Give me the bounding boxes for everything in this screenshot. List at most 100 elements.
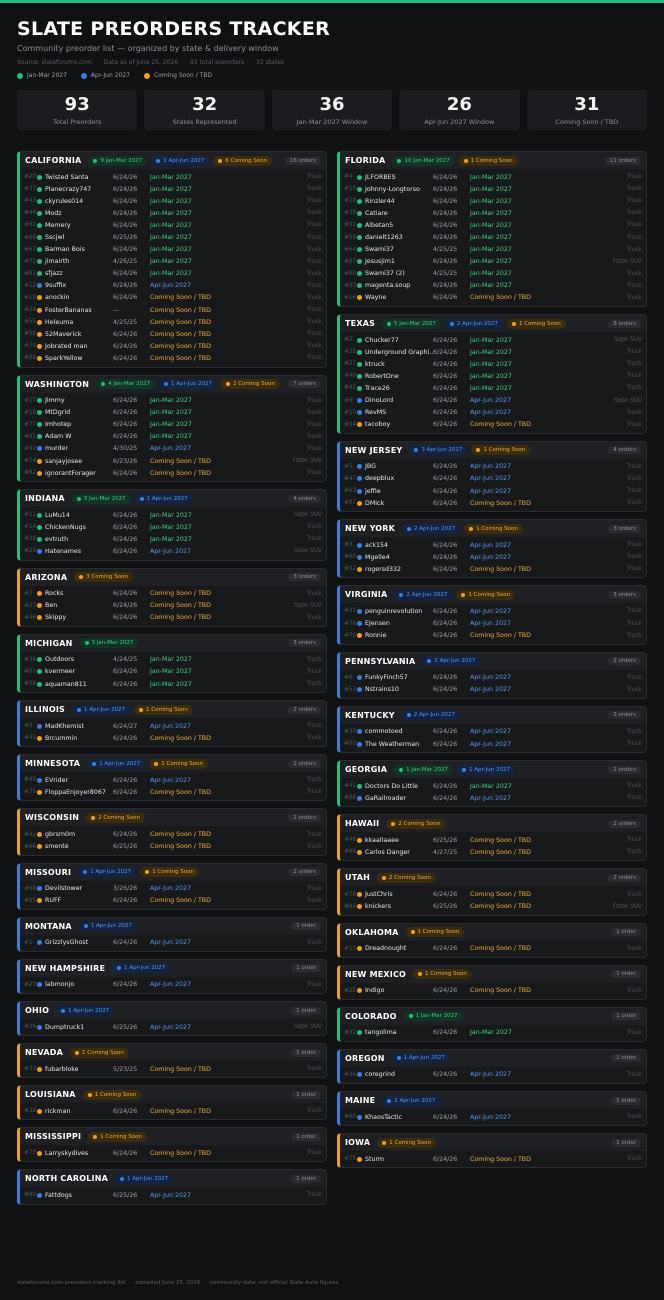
- order-row[interactable]: #51 Albetan5 6/24/26 Jan-Mar 2027 Truck: [340, 219, 646, 231]
- order-row[interactable]: #55 Heleuma 4/25/25 Coming Soon / TBD Truck: [20, 316, 326, 328]
- order-row[interactable]: #3 ack154 6/24/26 Apr-Jun 2027 Truck: [340, 539, 646, 551]
- order-row[interactable]: #76 EJensen 6/24/26 Apr-Jun 2027 Truck: [340, 618, 646, 630]
- order-row[interactable]: #44 Modz 6/24/26 Jan-Mar 2027 Truck: [20, 207, 326, 219]
- order-row[interactable]: #42 gbrsm0m 6/24/26 Coming Soon / TBD Truck: [20, 828, 326, 840]
- order-row[interactable]: #52 rogersd332 6/24/26 Coming Soon / TBD Tru…: [340, 563, 646, 575]
- order-row[interactable]: #31 penguinrevolution 6/24/26 Apr-Jun 2027 T…: [340, 605, 646, 617]
- order-row[interactable]: #7 Rocks 6/24/26 Coming Soon / TBD Truck: [20, 588, 326, 600]
- user-name: JBG: [365, 463, 376, 471]
- order-row[interactable]: #30 commotoed 6/24/26 Apr-Jun 2027 Truck: [340, 726, 646, 738]
- order-row[interactable]: #87 Jesusjim1 6/24/26 Jan-Mar 2027 Fstbk SUV: [340, 256, 646, 268]
- order-row[interactable]: #6 FunkyFinch57 6/24/26 Apr-Jun 2027 Truck: [340, 672, 646, 684]
- window-chip: 3 Jan-Mar 2027: [71, 493, 131, 504]
- user-name: Dreadnought: [365, 945, 407, 953]
- order-row[interactable]: #11 LuMu14 6/24/26 Jan-Mar 2027 Sqbk SUV: [20, 509, 326, 521]
- order-row[interactable]: #9 MadKhemist 6/24/27 Apr-Jun 2027 Truck: [20, 720, 326, 732]
- order-row[interactable]: #81 sfjazz 6/24/26 Jan-Mar 2027 Truck: [20, 268, 326, 280]
- order-row[interactable]: #66 Sscjwl 6/25/26 Jan-Mar 2027 Truck: [20, 231, 326, 243]
- order-row[interactable]: #65 KhaosTactic 6/24/26 Apr-Jun 2027 Truck: [340, 1111, 646, 1123]
- order-row[interactable]: #32 tangolima 6/24/26 Jan-Mar 2027 Truck: [340, 1027, 646, 1039]
- order-row[interactable]: #92 murder 4/30/25 Apr-Jun 2027 Truck: [20, 443, 326, 455]
- order-row[interactable]: #86 GaRailroader 6/24/26 Apr-Jun 2027 Truck: [340, 792, 646, 804]
- order-row[interactable]: #20 Twisted Santa 6/24/26 Jan-Mar 2027 Truck: [20, 171, 326, 183]
- order-row[interactable]: #38 Catiare 6/24/26 Jan-Mar 2027 Truck: [340, 207, 646, 219]
- order-row[interactable]: #37 Planecrazy747 6/24/26 Jan-Mar 2027 Truck: [20, 183, 326, 195]
- order-row[interactable]: #48 kkaallaaee 6/25/26 Coming Soon / TBD Tru…: [340, 834, 646, 846]
- order-row[interactable]: #93 magenta.soup 6/24/26 Jan-Mar 2027 Truck: [340, 280, 646, 292]
- order-row[interactable]: #10 RevMS 6/24/26 Apr-Jun 2027 Truck: [340, 407, 646, 419]
- order-row[interactable]: #40 RobertOne 6/24/26 Jan-Mar 2027 Truck: [340, 370, 646, 382]
- order-row[interactable]: #59 danielt1263 6/24/26 Jan-Mar 2027 Truck: [340, 231, 646, 243]
- state-card: INDIANA 3 Jan-Mar 2027 1 Apr-Jun 2027 4 ord…: [17, 489, 327, 561]
- order-user: RUFF: [37, 897, 113, 904]
- order-row[interactable]: #82 ignorantForager 6/24/26 Coming Soon / T…: [20, 467, 326, 479]
- order-row[interactable]: #33 fubarbloke 5/23/25 Coming Soon / TBD Tru…: [20, 1063, 326, 1075]
- order-row[interactable]: #35 FloppaEnjoyer8067 6/24/26 Coming Soon /…: [20, 786, 326, 798]
- window-chip-label: 1 Apr-Jun 2027: [90, 869, 132, 876]
- order-row[interactable]: #23 labmonjo 6/24/26 Apr-Jun 2027 Truck: [20, 979, 326, 991]
- order-row[interactable]: #25 Indigo 6/24/26 Coming Soon / TBD Truck: [340, 985, 646, 997]
- order-row[interactable]: #22 Underground Graphi... 6/24/26 Jan-Mar 2…: [340, 346, 646, 358]
- order-row[interactable]: #41 Doctors Do Little 6/24/26 Jan-Mar 2027 T…: [340, 780, 646, 792]
- order-row[interactable]: #89 SparkYellow 6/24/26 Coming Soon / TBD Tr…: [20, 352, 326, 364]
- order-row[interactable]: #17 Jimmy 6/24/26 Jan-Mar 2027 Truck: [20, 395, 326, 407]
- order-row[interactable]: #5 JBG 6/24/26 Apr-Jun 2027 Truck: [340, 461, 646, 473]
- order-row[interactable]: #12 9suffix 6/24/26 Apr-Jun 2027 Truck: [20, 280, 326, 292]
- order-row[interactable]: #87 DMick 6/24/26 Coming Soon / TBD Truck: [340, 497, 646, 509]
- order-row[interactable]: #4 JLFORBES 6/24/26 Jan-Mar 2027 Truck: [340, 171, 646, 183]
- order-row[interactable]: #13 Dreadnought 6/24/26 Coming Soon / TBD Tr…: [340, 943, 646, 955]
- order-row[interactable]: #46 Skippy 6/24/26 Coming Soon / TBD Truck: [20, 612, 326, 624]
- order-row[interactable]: #27 ktruck 6/24/26 Jan-Mar 2027 Truck: [340, 358, 646, 370]
- order-row[interactable]: #91 Adam W 6/24/26 Jan-Mar 2027 Truck: [20, 431, 326, 443]
- order-row[interactable]: #45 Brcummin 6/24/26 Coming Soon / TBD Truck: [20, 732, 326, 744]
- order-row[interactable]: #29 Hatenames 6/24/26 Apr-Jun 2027 Sqbk SUV: [20, 545, 326, 557]
- order-row[interactable]: #43 ckyrules014 6/24/26 Jan-Mar 2027 Truck: [20, 195, 326, 207]
- order-row[interactable]: #78 JustChris 6/24/26 Coming Soon / TBD Truc…: [340, 888, 646, 900]
- order-row[interactable]: #58 aquaman811 6/24/26 Jan-Mar 2027 Truck: [20, 678, 326, 690]
- order-row[interactable]: #88 knickers 6/25/26 Coming Soon / TBD Fstbk…: [340, 901, 646, 913]
- order-row[interactable]: #66 smente 6/25/26 Coming Soon / TBD Truck: [20, 841, 326, 853]
- order-row[interactable]: #67 Barman Bois 6/24/26 Jan-Mar 2027 Truck: [20, 244, 326, 256]
- order-row[interactable]: #15 Johnny-Longtorso 6/24/26 Jan-Mar 2027 Tr…: [340, 183, 646, 195]
- order-row[interactable]: #77 Imhotep 6/24/26 Jan-Mar 2027 Truck: [20, 419, 326, 431]
- status-dot-icon: [357, 385, 362, 391]
- order-row[interactable]: #74 sanjayjosee 6/23/26 Coming Soon / TBD Fs…: [20, 455, 326, 467]
- order-row[interactable]: #14 ChickenNugs 6/24/26 Jan-Mar 2027 Truck: [20, 521, 326, 533]
- order-row[interactable]: #85 RUFF 6/24/26 Coming Soon / TBD Truck: [20, 895, 326, 907]
- order-row[interactable]: #60 Mgelle4 6/24/26 Apr-Jun 2027 Truck: [340, 551, 646, 563]
- order-row[interactable]: #50 The Weatherman 6/24/26 Apr-Jun 2027 Truc…: [340, 738, 646, 750]
- order-row[interactable]: #47 deepblux 6/24/26 Apr-Jun 2027 Truck: [340, 473, 646, 485]
- order-row[interactable]: #53 Nstrains10 6/24/26 Apr-Jun 2027 Truck: [340, 684, 646, 696]
- order-row[interactable]: #18 MtDgrid 6/24/26 Jan-Mar 2027 Truck: [20, 407, 326, 419]
- order-row[interactable]: #6 DinoLord 6/24/26 Apr-Jun 2027 Sqbk SUV: [340, 395, 646, 407]
- order-row[interactable]: #39 rickman 6/24/26 Coming Soon / TBD Truck: [20, 1105, 326, 1117]
- order-row[interactable]: #1 GrizzlysGhost 6/24/26 Apr-Jun 2027 Truck: [20, 937, 326, 949]
- order-row[interactable]: #80 Fattdogs 6/25/26 Apr-Jun 2027 Truck: [20, 1189, 326, 1201]
- order-row[interactable]: #64 Swami37 4/25/25 Jan-Mar 2027 Truck: [340, 244, 646, 256]
- order-row[interactable]: #49 EVrider 6/24/26 Apr-Jun 2027 Truck: [20, 774, 326, 786]
- order-row[interactable]: #79 Jobrated man 6/24/26 Coming Soon / TBD T…: [20, 340, 326, 352]
- order-row[interactable]: #63 jeffie 6/24/26 Apr-Jun 2027 Truck: [340, 485, 646, 497]
- order-row[interactable]: #41 Trace26 6/24/26 Jan-Mar 2027 Truck: [340, 382, 646, 394]
- order-row[interactable]: #75 Sturm 6/24/26 Coming Soon / TBD Truck: [340, 1153, 646, 1165]
- order-row[interactable]: #56 52Maverick 6/24/26 Coming Soon / TBD Tru…: [20, 328, 326, 340]
- order-row[interactable]: #18 Rinzler44 6/24/26 Jan-Mar 2027 Truck: [340, 195, 646, 207]
- order-row[interactable]: #23 Ben 6/24/26 Coming Soon / TBD Sqbk SUV: [20, 600, 326, 612]
- order-row[interactable]: #90 Swami37 (2) 4/25/25 Jan-Mar 2027 Truck: [340, 268, 646, 280]
- order-row[interactable]: #70 Ronnie 6/24/26 Coming Soon / TBD Truck: [340, 630, 646, 642]
- order-row[interactable]: #28 evtruth 6/24/26 Jan-Mar 2027 Truck: [20, 533, 326, 545]
- order-row[interactable]: #54 tacoboy 6/24/26 Coming Soon / TBD Truck: [340, 419, 646, 431]
- order-row[interactable]: #24 FosterBananas — Coming Soon / TBD Truck: [20, 304, 326, 316]
- order-row[interactable]: #16 Wayne 6/24/26 Coming Soon / TBD Truck: [340, 292, 646, 304]
- order-row[interactable]: #2 Chucker77 6/24/26 Jan-Mar 2027 Sqbk SUV: [340, 334, 646, 346]
- order-row[interactable]: #57 kvermeer 6/24/26 Jan-Mar 2027 Truck: [20, 666, 326, 678]
- order-row[interactable]: #36 coregrind 6/24/26 Apr-Jun 2027 Truck: [340, 1069, 646, 1081]
- order-row[interactable]: #26 Dumptruck1 6/25/26 Apr-Jun 2027 Sqbk SUV: [20, 1021, 326, 1033]
- order-row[interactable]: #69 Carlos Danger 4/27/25 Coming Soon / TBD…: [340, 846, 646, 858]
- order-row[interactable]: #19 anockin 6/24/26 Coming Soon / TBD Truck: [20, 292, 326, 304]
- order-row[interactable]: #34 Outdoors 4/24/25 Jan-Mar 2027 Truck: [20, 654, 326, 666]
- order-row[interactable]: #72 jimairth 4/26/25 Jan-Mar 2027 Truck: [20, 256, 326, 268]
- order-row[interactable]: #68 Devilstower 3/26/26 Apr-Jun 2027 Truck: [20, 883, 326, 895]
- order-row[interactable]: #61 Memery 6/24/26 Jan-Mar 2027 Truck: [20, 219, 326, 231]
- order-row[interactable]: #73 Larryskydives 6/24/26 Coming Soon / TBD…: [20, 1147, 326, 1159]
